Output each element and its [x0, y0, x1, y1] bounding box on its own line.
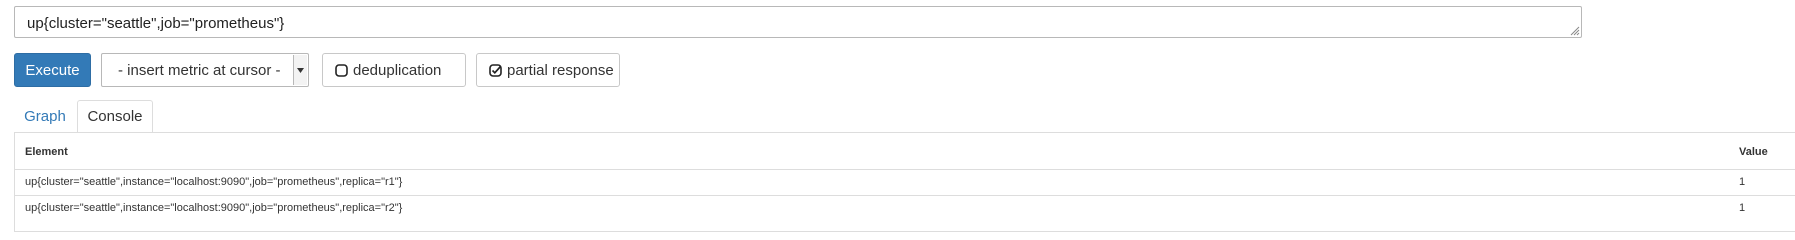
- console-panel: Element Value up{cluster="seattle",insta…: [14, 132, 1795, 232]
- execute-button[interactable]: Execute: [14, 53, 91, 87]
- partial-response-toggle[interactable]: partial response: [476, 53, 620, 87]
- insert-metric-select[interactable]: - insert metric at cursor -: [101, 53, 309, 87]
- partial-response-label: partial response: [507, 61, 614, 79]
- column-header-value: Value: [1739, 146, 1768, 158]
- insert-metric-label: - insert metric at cursor -: [118, 62, 281, 79]
- checkbox-checked-icon: [489, 63, 502, 77]
- table-row: up{cluster="seattle",instance="localhost…: [15, 195, 1795, 221]
- dropdown-arrow-icon[interactable]: [293, 55, 307, 85]
- expression-text: up{cluster="seattle",job="prometheus"}: [27, 15, 285, 32]
- resize-handle-icon[interactable]: [1568, 24, 1580, 36]
- value-cell: 1: [1739, 176, 1746, 188]
- value-cell: 1: [1739, 202, 1746, 214]
- element-cell: up{cluster="seattle",instance="localhost…: [25, 202, 403, 214]
- tab-console[interactable]: Console: [77, 100, 153, 133]
- tab-graph[interactable]: Graph: [14, 100, 76, 133]
- deduplication-label: deduplication: [353, 61, 442, 79]
- checkbox-empty-icon: [335, 63, 348, 77]
- element-cell: up{cluster="seattle",instance="localhost…: [25, 176, 403, 188]
- deduplication-toggle[interactable]: deduplication: [322, 53, 466, 87]
- expression-input[interactable]: up{cluster="seattle",job="prometheus"}: [14, 6, 1582, 38]
- table-row: up{cluster="seattle",instance="localhost…: [15, 169, 1795, 195]
- column-header-element: Element: [25, 146, 68, 158]
